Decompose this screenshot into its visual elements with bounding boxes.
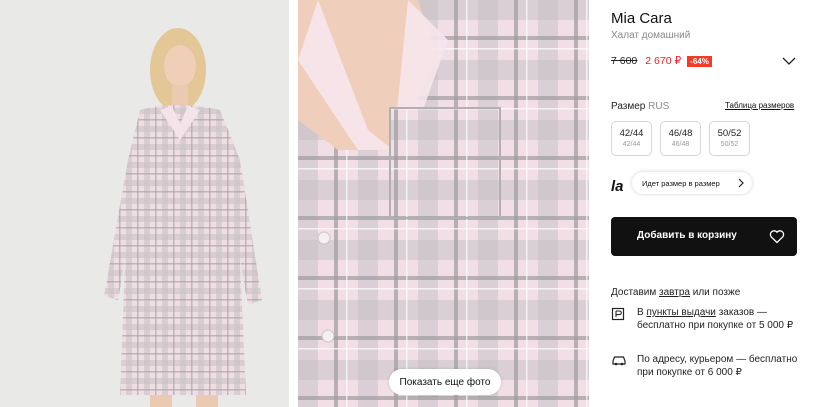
heart-icon[interactable] <box>769 229 785 244</box>
old-price: 7 600 <box>611 55 638 67</box>
pickup-prefix: В <box>637 307 644 318</box>
size-option-main: 46/48 <box>668 128 693 139</box>
product-info-panel: Mia Cara Халат домашний 7 600 2 670 ₽ -6… <box>611 0 826 407</box>
detail-photo-illustration <box>298 0 589 407</box>
size-option-alt: 46/48 <box>671 141 690 148</box>
model-photo-illustration <box>0 0 289 407</box>
current-price: 2 670 ₽ <box>645 55 682 67</box>
fit-hint-text: Идет размер в размер <box>642 178 720 188</box>
pickup-points-link[interactable]: пункты выдачи <box>646 307 715 318</box>
size-table-link[interactable]: Таблица размеров <box>725 101 794 110</box>
price-expand-button[interactable] <box>780 53 798 69</box>
delivery-head-suffix: или позже <box>692 287 741 298</box>
car-icon <box>612 356 626 366</box>
discount-badge: -64% <box>687 55 712 67</box>
fit-hint-pill[interactable]: Идет размер в размер <box>632 172 752 194</box>
add-to-cart-button[interactable]: Добавить в корзину <box>611 217 797 256</box>
brand-name[interactable]: Mia Cara <box>611 10 672 27</box>
product-photo-main[interactable] <box>0 0 289 407</box>
pickup-delivery-info: В пункты выдачи заказов — бесплатно при … <box>637 306 807 332</box>
add-to-cart-label: Добавить в корзину <box>637 230 737 241</box>
pickup-point-icon <box>611 307 625 321</box>
price-row: 7 600 2 670 ₽ -64% <box>611 54 712 68</box>
size-option-46-48[interactable]: 46/48 46/48 <box>660 121 701 156</box>
delivery-head-prefix: Доставим <box>611 287 657 298</box>
delivery-date-link[interactable]: завтра <box>659 287 690 298</box>
size-label: Размер RUS <box>611 101 669 112</box>
size-system: RUS <box>648 101 670 112</box>
chevron-down-icon <box>782 57 796 65</box>
fit-logo: la <box>611 178 624 195</box>
delivery-heading: Доставим завтра или позже <box>611 287 740 298</box>
chevron-right-icon <box>738 178 744 188</box>
product-photo-detail[interactable]: Показать еще фото <box>298 0 589 407</box>
size-label-text: Размер <box>611 101 646 112</box>
size-option-main: 50/52 <box>717 128 742 139</box>
size-option-main: 42/44 <box>619 128 644 139</box>
size-option-42-44[interactable]: 42/44 42/44 <box>611 121 652 156</box>
courier-delivery-info: По адресу, курьером — бесплатно при поку… <box>637 354 798 378</box>
size-option-50-52[interactable]: 50/52 50/52 <box>709 121 750 156</box>
product-subtitle: Халат домашний <box>611 30 691 41</box>
size-option-alt: 42/44 <box>622 141 641 148</box>
show-more-photos-button[interactable]: Показать еще фото <box>389 369 501 395</box>
size-option-alt: 50/52 <box>720 141 739 148</box>
